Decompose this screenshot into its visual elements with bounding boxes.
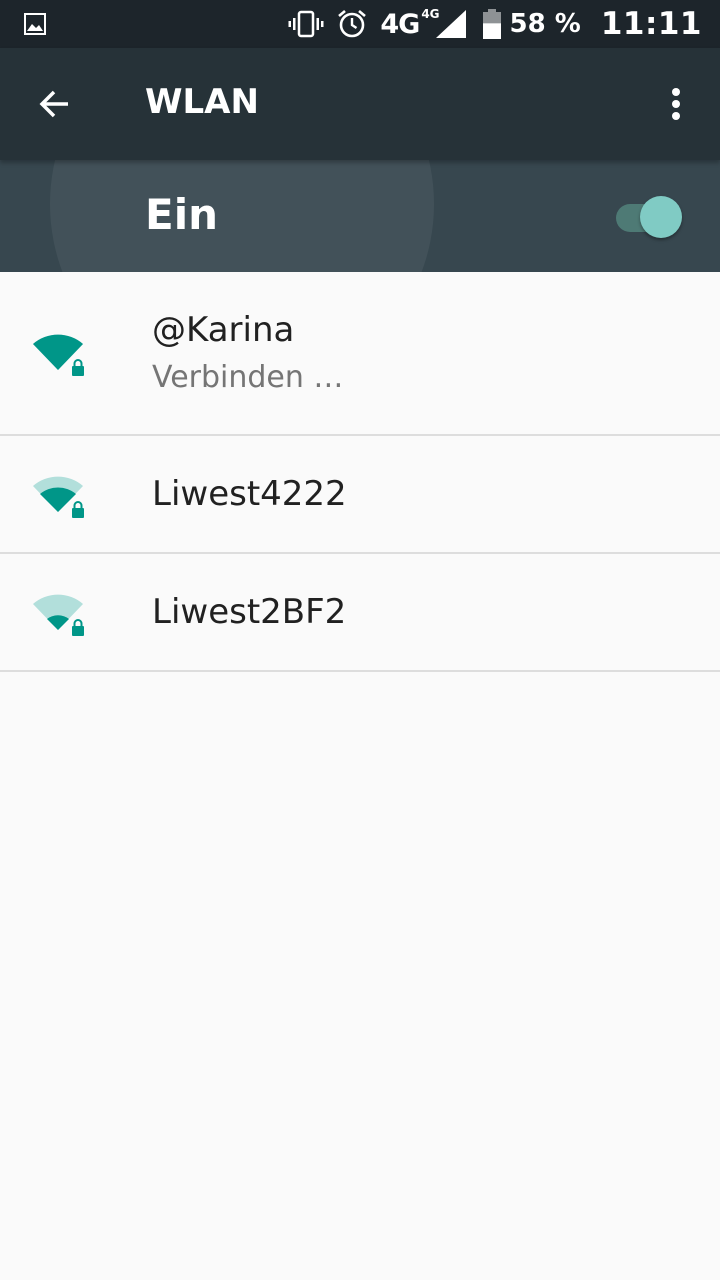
wifi-lock-signal-3-icon: [33, 476, 84, 518]
vibrate-icon: [288, 10, 324, 38]
battery-icon: [482, 9, 501, 39]
network-item-liwest4222[interactable]: Liwest4222: [0, 436, 720, 554]
network-list: @Karina Verbinden … Liwest4222 Liwest2BF…: [0, 272, 720, 672]
network-sub-label: 4G: [421, 7, 440, 21]
network-ssid: Liwest4222: [152, 474, 347, 514]
network-ssid: Liwest2BF2: [152, 592, 347, 632]
toggle-thumb: [640, 196, 682, 238]
alarm-icon: [338, 10, 367, 38]
network-type-label: 4G: [380, 8, 420, 40]
wifi-lock-signal-4-icon: [33, 334, 84, 376]
signal-icon: [435, 10, 466, 38]
toolbar: WLAN: [0, 48, 720, 160]
switch-label: Ein: [145, 190, 218, 239]
battery-percent: 58 %: [509, 9, 581, 39]
page-title: WLAN: [145, 82, 259, 122]
wifi-toggle[interactable]: [614, 194, 684, 238]
more-vert-icon[interactable]: [660, 84, 692, 124]
ripple-effect: [50, 160, 434, 272]
wifi-switch-bar[interactable]: Ein: [0, 160, 720, 272]
clock: 11:11: [600, 6, 702, 42]
status-bar: 4G 4G 58 % 11:11: [0, 0, 720, 48]
wifi-lock-signal-2-icon: [33, 594, 84, 636]
network-item-karina[interactable]: @Karina Verbinden …: [0, 272, 720, 436]
network-ssid: @Karina: [152, 310, 295, 350]
network-item-liwest2bf2[interactable]: Liwest2BF2: [0, 554, 720, 672]
arrow-back-icon[interactable]: [34, 84, 74, 124]
network-status: Verbinden …: [152, 360, 344, 395]
gallery-icon: [24, 13, 46, 35]
